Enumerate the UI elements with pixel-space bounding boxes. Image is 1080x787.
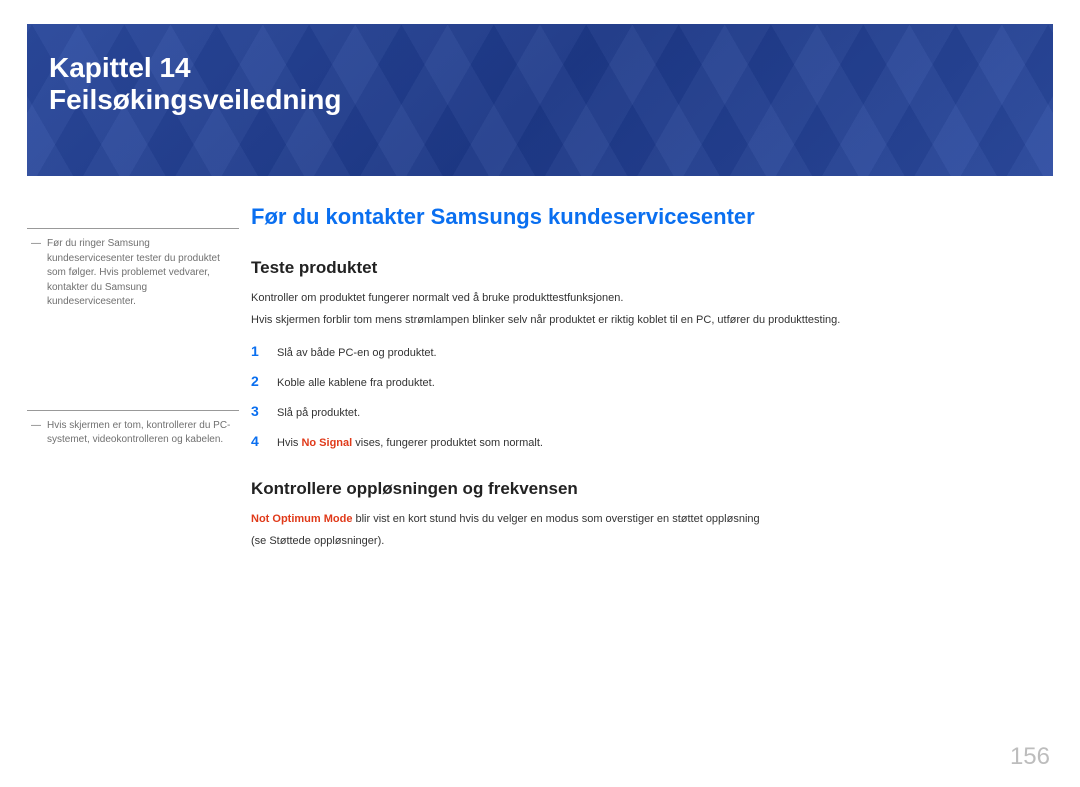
section-1-p1: Kontroller om produktet fungerer normalt…: [251, 290, 1053, 308]
side-note-1: ― Før du ringer Samsung kundeservicesent…: [27, 228, 239, 310]
chapter-header: Kapittel 14 Feilsøkingsveiledning: [27, 24, 1053, 176]
section-1-title: Teste produktet: [251, 258, 1053, 278]
step-number: 1: [251, 343, 263, 359]
step-1: 1 Slå av både PC-en og produktet.: [251, 343, 1053, 359]
section-2-p1: Not Optimum Mode blir vist en kort stund…: [251, 511, 1053, 529]
content-area: ― Før du ringer Samsung kundeservicesent…: [0, 176, 1080, 554]
section-2-bold: Not Optimum Mode: [251, 513, 352, 525]
step-4-pre: Hvis: [277, 437, 301, 449]
dash-icon: ―: [31, 237, 41, 310]
chapter-number: Kapittel 14: [49, 52, 1031, 84]
step-2: 2 Koble alle kablene fra produktet.: [251, 373, 1053, 389]
step-3: 3 Slå på produktet.: [251, 403, 1053, 419]
step-4-bold: No Signal: [301, 437, 352, 449]
step-number: 2: [251, 373, 263, 389]
side-note-2: ― Hvis skjermen er tom, kontrollerer du …: [27, 410, 239, 448]
section-2-p2: (se Støttede oppløsninger).: [251, 533, 1053, 551]
step-text: Slå på produktet.: [277, 407, 360, 419]
step-number: 3: [251, 403, 263, 419]
side-note-1-text: Før du ringer Samsung kundeservicesenter…: [47, 237, 233, 310]
dash-icon: ―: [31, 419, 41, 448]
step-text: Slå av både PC-en og produktet.: [277, 347, 437, 359]
page-number: 156: [1010, 743, 1050, 771]
step-text: Koble alle kablene fra produktet.: [277, 377, 435, 389]
side-note-2-text: Hvis skjermen er tom, kontrollerer du PC…: [47, 419, 233, 448]
step-4: 4 Hvis No Signal vises, fungerer produkt…: [251, 433, 1053, 449]
step-text: Hvis No Signal vises, fungerer produktet…: [277, 437, 543, 449]
chapter-title: Feilsøkingsveiledning: [49, 84, 1031, 116]
section-1-p2: Hvis skjermen forblir tom mens strømlamp…: [251, 312, 1053, 330]
section-2-p1-post: blir vist en kort stund hvis du velger e…: [352, 513, 759, 525]
step-number: 4: [251, 433, 263, 449]
section-2-title: Kontrollere oppløsningen og frekvensen: [251, 479, 1053, 499]
step-4-post: vises, fungerer produktet som normalt.: [352, 437, 543, 449]
main-column: Før du kontakter Samsungs kundeservicese…: [239, 196, 1053, 554]
steps-list: 1 Slå av både PC-en og produktet. 2 Kobl…: [251, 343, 1053, 449]
main-heading: Før du kontakter Samsungs kundeservicese…: [251, 204, 1053, 230]
side-notes-column: ― Før du ringer Samsung kundeservicesent…: [27, 196, 239, 554]
